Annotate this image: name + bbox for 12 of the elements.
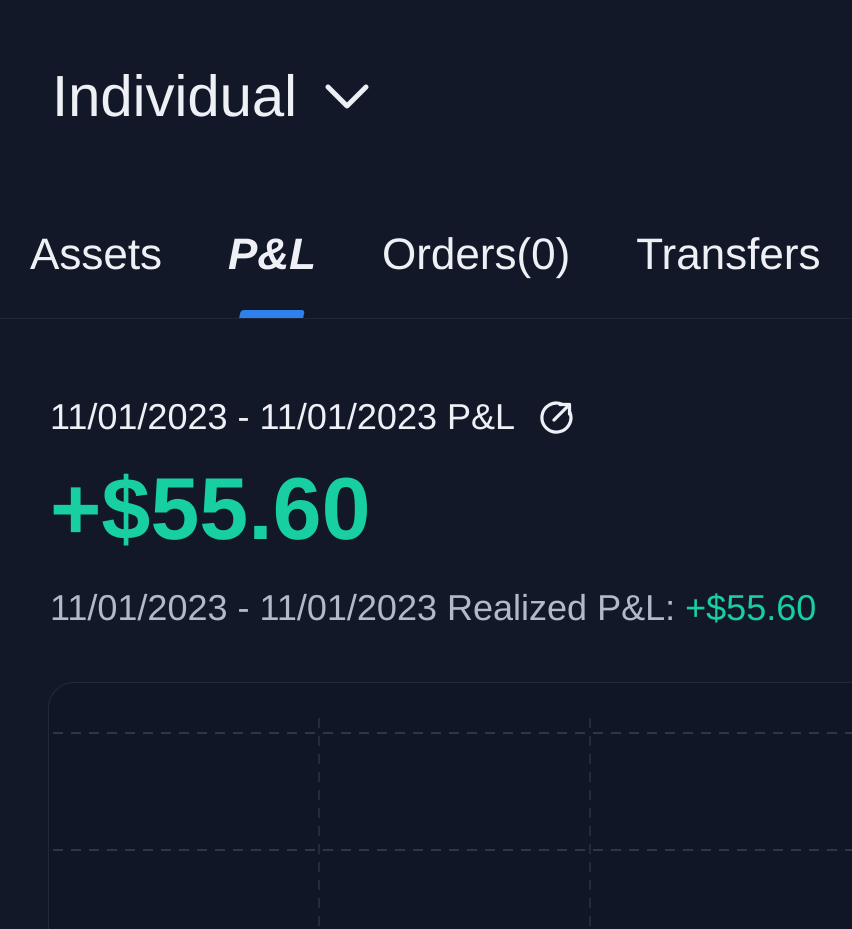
period-title: 11/01/2023 - 11/01/2023 P&L: [50, 395, 516, 439]
circle-arrow-icon[interactable]: [540, 400, 574, 434]
tab[interactable]: P&L: [228, 228, 316, 318]
active-tab-indicator: [239, 310, 305, 318]
realized-pnl-value: +$55.60: [685, 586, 816, 630]
tab[interactable]: Transfers: [636, 228, 820, 318]
account-selector[interactable]: Individual: [52, 62, 370, 132]
chevron-down-icon: [325, 84, 370, 110]
pnl-amount: +$55.60: [50, 459, 371, 559]
realized-pnl-label: 11/01/2023 - 11/01/2023 Realized P&L:: [50, 586, 676, 630]
tab[interactable]: Orders(0): [382, 228, 570, 318]
tab[interactable]: Assets: [30, 228, 162, 318]
